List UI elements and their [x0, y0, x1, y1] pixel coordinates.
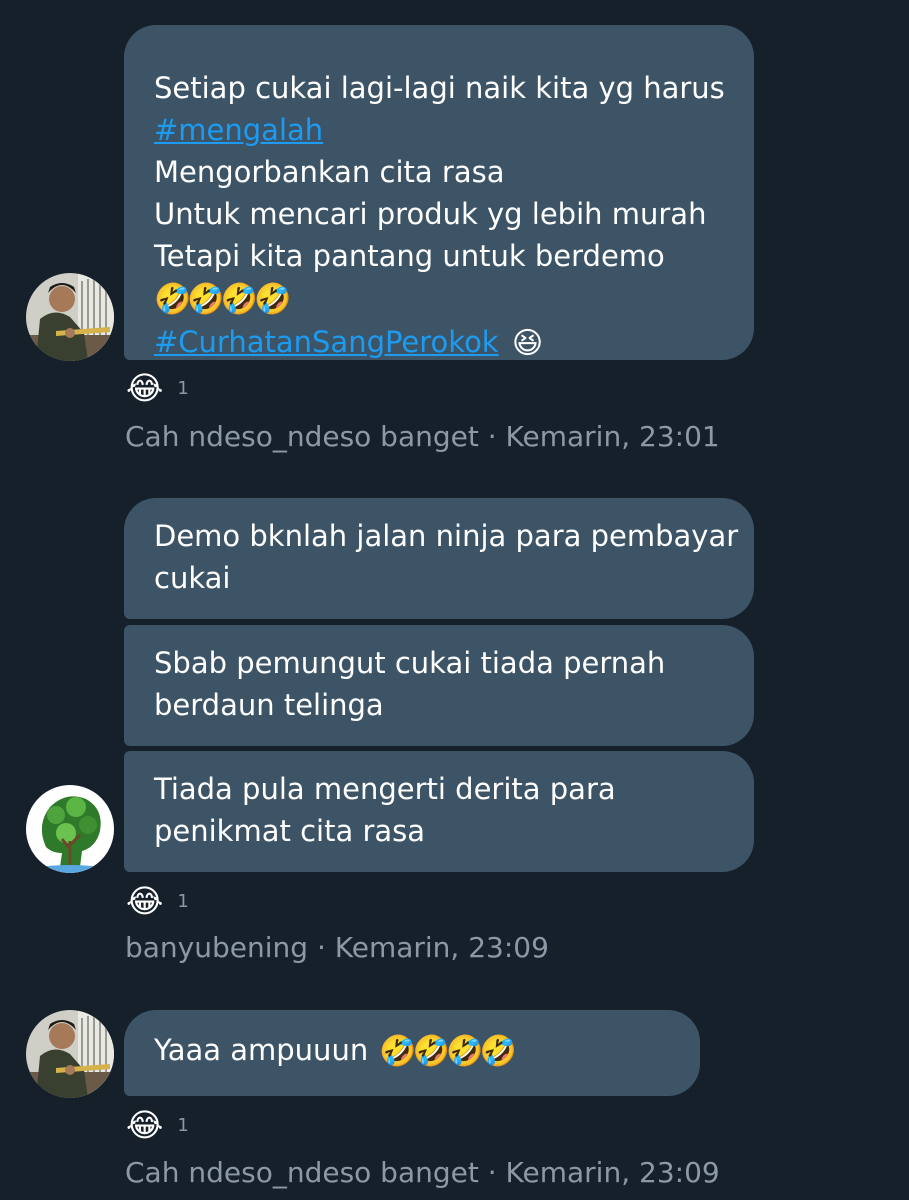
meta-separator: · [478, 1156, 506, 1189]
avatar-cah-ndeso[interactable] [26, 1010, 114, 1098]
tears-of-joy-emoji: 😂 [126, 882, 164, 920]
message-text-line: Tiada pula mengerti derita para [154, 772, 616, 806]
author-name[interactable]: banyubening [125, 931, 308, 964]
reaction-count: 1 [177, 1114, 189, 1136]
avatar-photo-icon [26, 273, 114, 361]
meta-separator: · [308, 931, 335, 964]
reaction-laugh-3[interactable]: 😂 1 [126, 1107, 189, 1143]
message-text-line: Tetapi kita pantang untuk berdemo [154, 239, 665, 273]
message-text-line: Setiap cukai lagi-lagi naik kita yg haru… [154, 71, 725, 105]
reaction-laugh-2[interactable]: 😂 1 [126, 883, 189, 919]
message-text-line: cukai [154, 561, 231, 595]
tears-of-joy-emoji: 😂 [126, 369, 164, 407]
message-text-line: Untuk mencari produk yg lebih murah [154, 197, 707, 231]
reaction-count: 1 [177, 890, 189, 912]
timestamp: Kemarin, 23:09 [334, 931, 549, 964]
message-bubble-3[interactable]: Yaaa ampuuun 🤣🤣🤣🤣 [124, 1010, 700, 1096]
tears-of-joy-emoji: 😂 [126, 1106, 164, 1144]
message-bubble-2b[interactable]: Sbab pemungut cukai tiada pernah berdaun… [124, 625, 754, 746]
rofl-emoji-row: 🤣🤣🤣🤣 [379, 1034, 516, 1069]
hashtag-link-mengalah[interactable]: #mengalah [154, 109, 724, 151]
message-text-line: Yaaa ampuuun 🤣🤣🤣🤣 [154, 1029, 670, 1073]
grinning-squinting-emoji: 😆 [511, 326, 543, 361]
reaction-laugh-1[interactable]: 😂 1 [126, 370, 189, 406]
hashtag-link-curhatansangperokok[interactable]: #CurhatanSangPerokok [154, 325, 499, 359]
meta-separator: · [478, 420, 506, 453]
message-text: Yaaa ampuuun [154, 1033, 369, 1067]
message-bubble-1[interactable]: Setiap cukai lagi-lagi naik kita yg haru… [124, 25, 754, 361]
message-bubble-2c[interactable]: Tiada pula mengerti derita para penikmat… [124, 751, 754, 872]
message-text-line: Demo bknlah jalan ninja para pembayar [154, 519, 739, 553]
author-name[interactable]: Cah ndeso_ndeso banget [125, 1156, 479, 1189]
timestamp: Kemarin, 23:09 [505, 1156, 720, 1189]
message-text-line: penikmat cita rasa [154, 814, 426, 848]
avatar-cah-ndeso[interactable] [26, 273, 114, 361]
message-meta-2: banyubening · Kemarin, 23:09 [125, 931, 549, 964]
rofl-emoji-row: 🤣🤣🤣🤣 [154, 282, 291, 317]
message-meta-1: Cah ndeso_ndeso banget · Kemarin, 23:01 [125, 420, 720, 453]
message-bubble-2a[interactable]: Demo bknlah jalan ninja para pembayar cu… [124, 498, 754, 619]
message-text-line: #CurhatanSangPerokok 😆 [154, 321, 724, 365]
message-text-line: Sbab pemungut cukai tiada pernah [154, 646, 666, 680]
message-text-line: berdaun telinga [154, 688, 384, 722]
avatar-photo-icon [26, 1010, 114, 1098]
avatar-tree-head-icon [26, 785, 114, 873]
message-text-line: Mengorbankan cita rasa [154, 155, 505, 189]
author-name[interactable]: Cah ndeso_ndeso banget [125, 420, 479, 453]
reaction-count: 1 [177, 377, 189, 399]
avatar-banyubening[interactable] [26, 785, 114, 873]
timestamp: Kemarin, 23:01 [505, 420, 720, 453]
message-meta-3: Cah ndeso_ndeso banget · Kemarin, 23:09 [125, 1156, 720, 1189]
